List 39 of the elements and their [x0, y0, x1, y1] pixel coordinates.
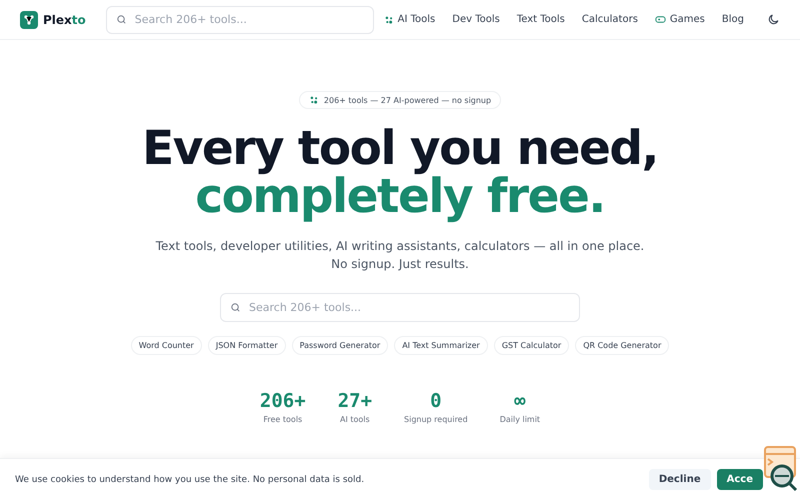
- nav-link[interactable]: Dev Tools: [452, 14, 500, 25]
- stat-label: Free tools: [263, 415, 302, 424]
- search-icon: [116, 14, 127, 25]
- logo-text[interactable]: Plexto: [43, 12, 86, 26]
- gamepad-icon: [654, 15, 666, 24]
- search-field[interactable]: Search 206+ tools...: [106, 6, 374, 34]
- cookie-message: We use cookies to understand how you use the site. No personal data is sold.: [15, 474, 364, 484]
- moon-icon[interactable]: [767, 13, 780, 26]
- tool-chip[interactable]: JSON Formatter: [208, 336, 286, 355]
- search-icon: [230, 302, 241, 313]
- nav-link[interactable]: Text Tools: [516, 14, 565, 25]
- nav-link[interactable]: Games: [654, 14, 705, 25]
- stat-value: ∞: [514, 390, 526, 412]
- stat-value: 0: [430, 390, 442, 412]
- hero-subtitle: Text tools, developer utilities, AI writing assistants, calculators — all in one place.: [156, 238, 644, 255]
- accept-button[interactable]: Acce: [716, 469, 763, 490]
- decline-button[interactable]: Decline: [648, 469, 711, 490]
- stat-value: 206+: [260, 390, 306, 412]
- stat-label: Daily limit: [500, 415, 540, 424]
- nav-link[interactable]: AI Tools: [384, 14, 436, 25]
- stat-label: AI tools: [340, 415, 370, 424]
- tool-chip[interactable]: GST Calculator: [494, 336, 570, 355]
- hero-title: completely free.: [195, 173, 605, 221]
- stat-value: 27+: [338, 390, 372, 412]
- floating-widget-icon[interactable]: [764, 446, 798, 492]
- hero-title: Every tool you need,: [142, 125, 658, 173]
- tool-chip[interactable]: AI Text Summarizer: [394, 336, 488, 355]
- nav-link[interactable]: Calculators: [582, 14, 638, 25]
- tool-chip[interactable]: Word Counter: [130, 336, 202, 355]
- sparkle-icon: [308, 95, 319, 105]
- logo-icon: [20, 10, 38, 28]
- info-badge: 206+ tools — 27 AI-powered — no signup: [298, 91, 502, 109]
- nav-link[interactable]: Blog: [722, 14, 744, 25]
- hero-subtitle: No signup. Just results.: [331, 256, 469, 273]
- tool-chip[interactable]: Password Generator: [292, 336, 388, 355]
- stat-label: Signup required: [404, 415, 468, 424]
- search-field[interactable]: Search 206+ tools...: [220, 293, 580, 322]
- tool-chip[interactable]: QR Code Generator: [575, 336, 670, 355]
- sparkle-icon: [384, 14, 394, 24]
